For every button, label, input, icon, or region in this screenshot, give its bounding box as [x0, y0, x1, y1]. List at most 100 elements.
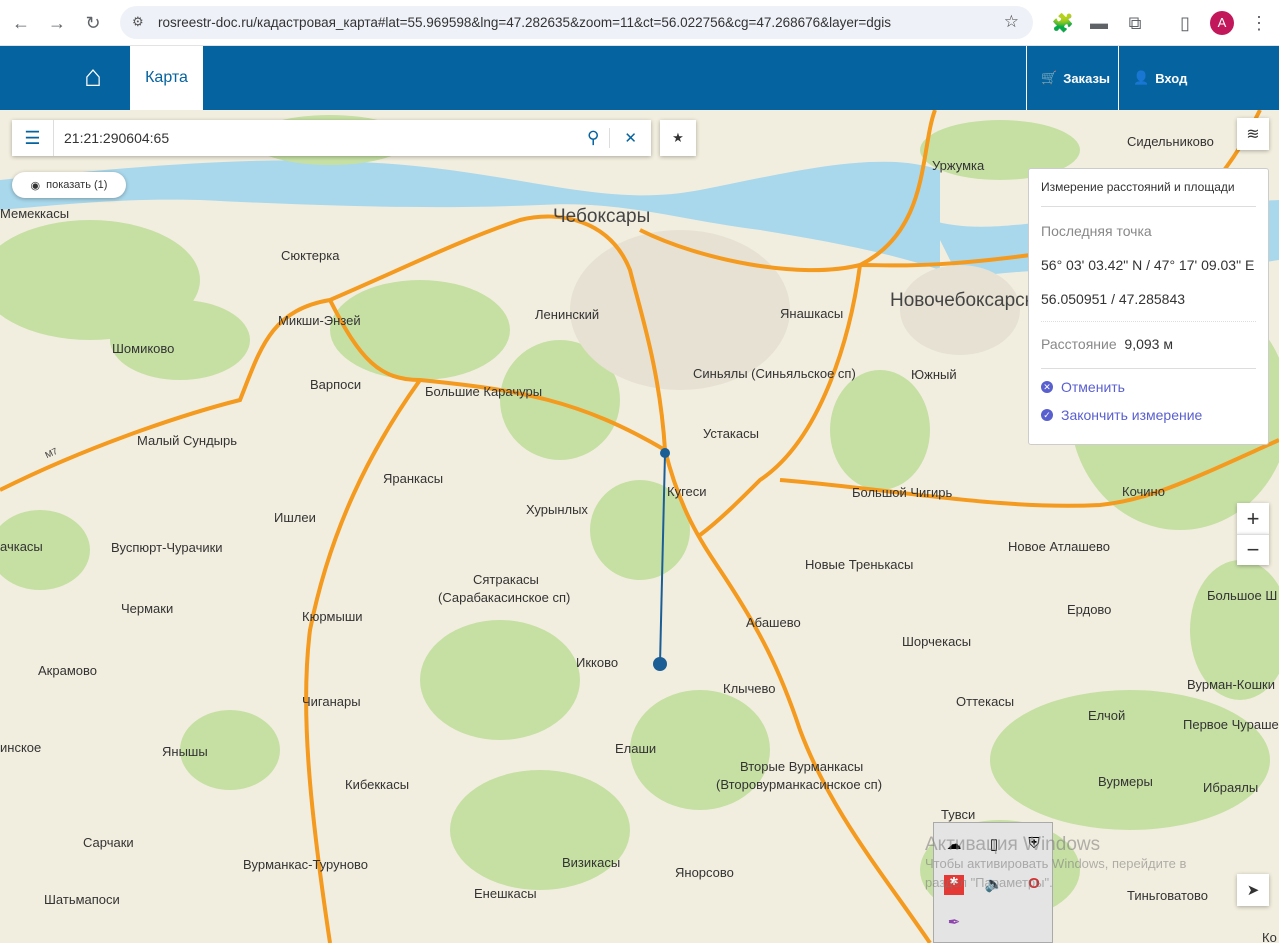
last-point-label: Последняя точка: [1041, 223, 1152, 239]
map-place-label: Шорчекасы: [902, 634, 972, 649]
extensions-puzzle-icon[interactable]: ⧉: [1122, 10, 1148, 36]
extension-shield-icon[interactable]: ▬: [1086, 10, 1112, 36]
coords-dms: 56° 03' 03.42" N / 47° 17' 09.03" E: [1041, 257, 1255, 273]
map-place-label: Малый Сундырь: [137, 433, 238, 448]
home-icon[interactable]: ⌂: [84, 60, 102, 94]
map-place-label: Визикасы: [562, 855, 621, 870]
windows-activation-watermark: Активация Windows Чтобы активировать Win…: [925, 835, 1186, 892]
finish-measure-button[interactable]: ✓ Закончить измерение: [1041, 407, 1202, 423]
map-place-label: Вурман-Кошки: [1187, 677, 1275, 692]
browser-toolbar: ← → ↻ ⚙ rosreestr-doc.ru/кадастровая_кар…: [0, 0, 1279, 46]
user-icon: 👤: [1133, 70, 1150, 85]
map-place-label: инское: [0, 740, 42, 755]
site-header: ⌂ Карта 🛒 Заказы 👤 Вход: [0, 46, 1279, 110]
cancel-icon: ✕: [1041, 381, 1053, 393]
map-place-label: Ишлеи: [274, 510, 316, 525]
map-place-label: Чиганары: [302, 694, 361, 709]
map-place-label: Абашево: [746, 615, 801, 630]
map-place-label: Шомиково: [112, 341, 175, 356]
map-place-label: Енешкасы: [474, 886, 537, 901]
map-place-label: Вторые Вурманкасы: [740, 759, 864, 774]
map-place-label: Вурманкас-Туруново: [243, 857, 369, 872]
map-place-label: Большое Ш: [1207, 588, 1278, 603]
map-place-label: Первое Чураше: [1183, 717, 1279, 732]
map-place-label: Шатьмапоси: [44, 892, 120, 907]
orders-label: Заказы: [1063, 70, 1111, 86]
measure-panel: Измерение расстояний и площади Последняя…: [1028, 168, 1269, 445]
map-place-label: Тувси: [941, 807, 976, 822]
menu-dots-icon[interactable]: ⋮: [1246, 10, 1272, 36]
measure-start-point[interactable]: [660, 448, 670, 458]
login-label: Вход: [1155, 70, 1188, 86]
feather-icon[interactable]: ✒: [944, 913, 964, 933]
map-place-label: Сятракасы: [473, 572, 539, 587]
layers-button[interactable]: ≋: [1237, 118, 1269, 150]
map-place-label: Кугеси: [667, 484, 707, 499]
orders-button[interactable]: 🛒 Заказы: [1026, 46, 1118, 110]
map-place-label: Сюктерка: [281, 248, 340, 263]
map-place-label: Микши-Энзей: [278, 313, 361, 328]
map-place-label: Новое Атлашево: [1008, 539, 1110, 554]
map-place-label: Елчой: [1088, 708, 1126, 723]
map-place-label: Ибраялы: [1203, 780, 1259, 795]
zoom-in-button[interactable]: +: [1237, 503, 1269, 534]
site-settings-icon[interactable]: ⚙: [132, 14, 144, 30]
map-place-label: Вурмеры: [1098, 774, 1153, 789]
map-place-label: Сидельниково: [1127, 134, 1214, 149]
cart-icon: 🛒: [1041, 70, 1058, 85]
map-place-label: Мемеккасы: [0, 206, 70, 221]
map-place-label: Варпоси: [310, 377, 362, 392]
measure-title: Измерение расстояний и площади: [1041, 180, 1235, 194]
cancel-measure-button[interactable]: ✕ Отменить: [1041, 379, 1125, 395]
map-place-label: Вуспюрт-Чурачики: [111, 540, 223, 555]
distance-value: 9,093 м: [1124, 336, 1173, 352]
bookmark-star-icon[interactable]: ☆: [1004, 12, 1019, 32]
coords-decimal: 56.050951 / 47.285843: [1041, 291, 1186, 307]
map-place-label: Янорсово: [675, 865, 734, 880]
search-bar: ☰ ⚲ ✕: [12, 120, 651, 156]
show-results-button[interactable]: ◉ показать (1): [12, 172, 126, 198]
cancel-label: Отменить: [1061, 379, 1125, 395]
map-place-label: Большие Карачуры: [425, 384, 543, 399]
divider: [1041, 368, 1256, 369]
map-place-label: Икково: [576, 655, 619, 670]
map-place-label: Уржумка: [932, 158, 985, 173]
forward-icon[interactable]: →: [44, 10, 70, 36]
favorites-star-button[interactable]: ★: [660, 120, 696, 156]
tab-map[interactable]: Карта: [130, 46, 203, 110]
map-place-label: Сарчаки: [83, 835, 134, 850]
map-place-label: Хурынлых: [526, 502, 588, 517]
locate-me-button[interactable]: ➤: [1237, 874, 1269, 906]
login-button[interactable]: 👤 Вход: [1118, 46, 1279, 110]
finish-label: Закончить измерение: [1061, 407, 1203, 423]
map-place-label: Яранкасы: [383, 471, 444, 486]
clear-icon[interactable]: ✕: [610, 129, 651, 147]
map-place-label: Ко: [1262, 930, 1277, 943]
address-bar[interactable]: ⚙ rosreestr-doc.ru/кадастровая_карта#lat…: [120, 6, 1033, 39]
map-place-label: Кочино: [1122, 484, 1165, 499]
reload-icon[interactable]: ↻: [80, 10, 106, 36]
measure-end-point[interactable]: [653, 657, 667, 671]
map-place-label: Устакасы: [703, 426, 759, 441]
map-place-label: Янышы: [162, 744, 208, 759]
menu-icon[interactable]: ☰: [12, 120, 54, 156]
sidepanel-icon[interactable]: ▯: [1172, 10, 1198, 36]
distance-label: Расстояние: [1041, 336, 1117, 352]
check-icon: ✓: [1041, 409, 1053, 421]
extension-icon[interactable]: 🧩: [1050, 10, 1076, 36]
profile-avatar[interactable]: A: [1210, 11, 1234, 35]
map-place-label: ачкасы: [0, 539, 43, 554]
map-place-label: Чебоксары: [553, 206, 651, 227]
cadastral-search-input[interactable]: [54, 130, 577, 146]
map-place-label: (Сарабакасинское сп): [438, 590, 571, 605]
watermark-title: Активация Windows: [925, 834, 1101, 855]
eye-icon: ◉: [30, 179, 41, 192]
map-place-label: Новочебоксарск: [890, 290, 1033, 311]
map-place-label: Оттекасы: [956, 694, 1015, 709]
zoom-out-button[interactable]: −: [1237, 534, 1269, 565]
map-place-label: Кибеккасы: [345, 777, 410, 792]
url-text[interactable]: rosreestr-doc.ru/кадастровая_карта#lat=5…: [158, 15, 891, 30]
map-place-label: Елаши: [615, 741, 657, 756]
search-icon[interactable]: ⚲: [577, 128, 611, 148]
back-icon[interactable]: ←: [8, 10, 34, 36]
